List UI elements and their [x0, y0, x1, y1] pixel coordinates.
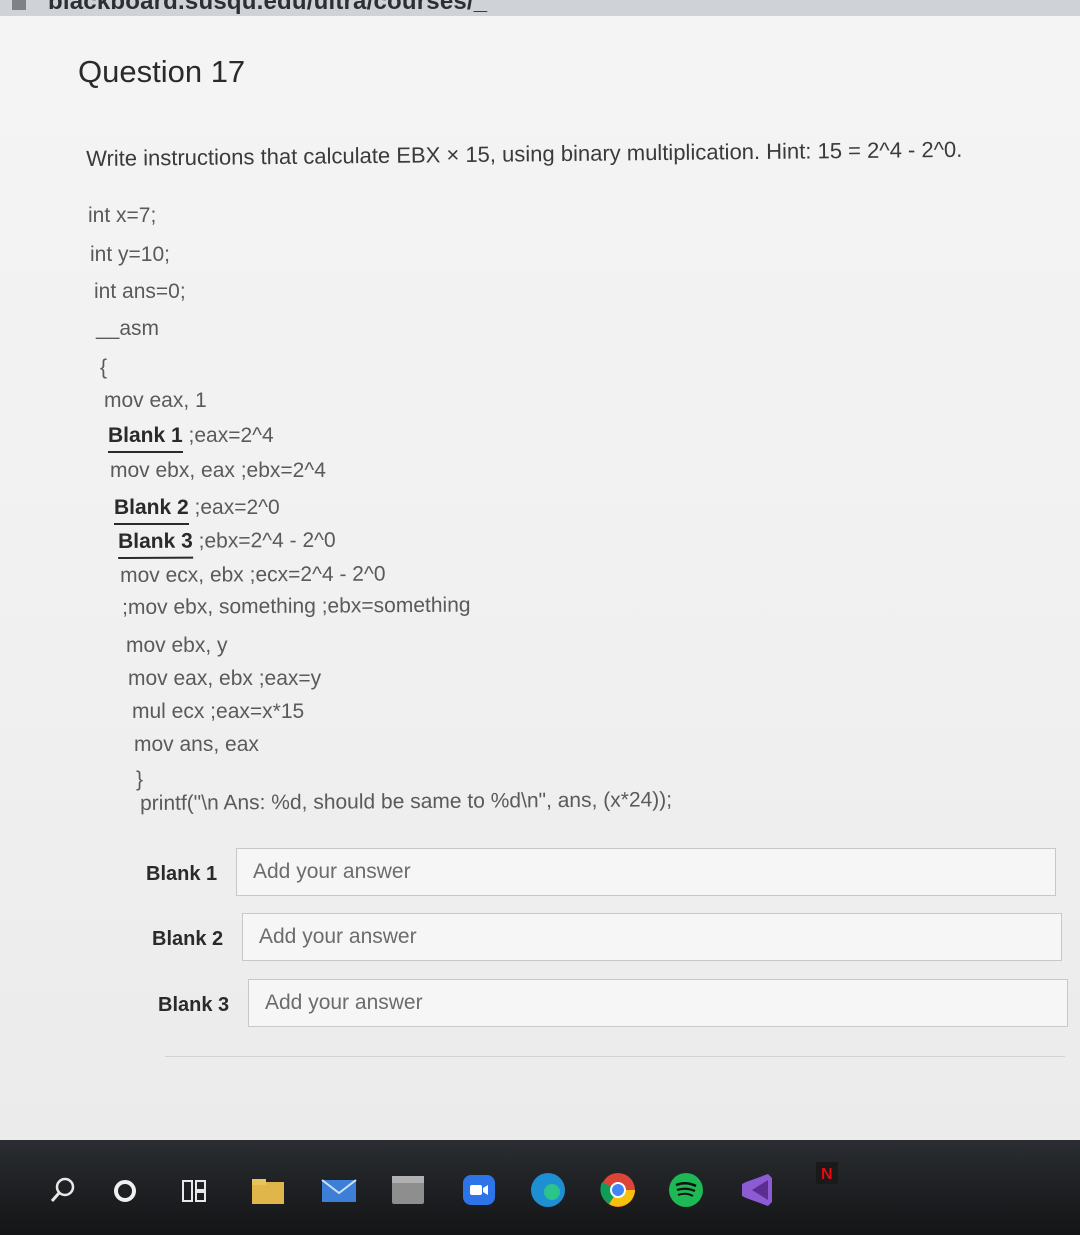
code-text: printf("\n Ans: %d, should be same to %d… [140, 788, 673, 815]
task-view-icon[interactable] [180, 1177, 210, 1205]
inline-blank-label[interactable]: Blank 1 [108, 424, 183, 453]
question-stem: Write instructions that calculate EBX × … [86, 136, 963, 171]
code-text: { [100, 356, 108, 379]
code-line: int ans=0; [94, 280, 186, 304]
search-icon[interactable] [50, 1176, 78, 1204]
code-text: mov ans, eax [134, 733, 259, 756]
svg-text:N: N [821, 1166, 833, 1183]
code-text: mov ecx, ebx ;ecx=2^4 - 2^0 [120, 562, 386, 587]
code-comment: ;eax=2^0 [188, 496, 280, 519]
code-line: Blank 2 ;eax=2^0 [114, 496, 280, 525]
code-text: mov ebx, y [126, 634, 228, 657]
code-line: Blank 1 ;eax=2^4 [108, 424, 274, 453]
code-text: ;mov ebx, something ;ebx=something [122, 593, 471, 619]
windows-taskbar: N [0, 1140, 1080, 1235]
code-line: printf("\n Ans: %d, should be same to %d… [140, 788, 672, 816]
spotify-icon[interactable] [666, 1170, 706, 1210]
answer-label-blank-2: Blank 2 [152, 928, 224, 950]
visual-studio-icon[interactable] [738, 1170, 778, 1210]
code-line: mov ecx, ebx ;ecx=2^4 - 2^0 [120, 563, 386, 588]
code-line: mov eax, 1 [104, 389, 207, 413]
code-text: } [136, 768, 144, 791]
code-line: mov eax, ebx ;eax=y [128, 667, 321, 691]
file-explorer-icon[interactable] [250, 1176, 286, 1206]
divider [165, 1056, 1065, 1057]
code-text: mov ebx, eax ;ebx=2^4 [110, 459, 326, 482]
calendar-icon[interactable] [390, 1174, 426, 1206]
answer-input-blank-1[interactable] [236, 848, 1056, 896]
question-page: Question 17 Write instructions that calc… [0, 16, 1080, 1140]
answer-label-blank-1: Blank 1 [146, 863, 218, 885]
code-text: mov eax, ebx ;eax=y [128, 667, 322, 690]
code-line: ;mov ebx, something ;ebx=something [122, 594, 471, 620]
code-text: __asm [96, 317, 160, 340]
code-line: __asm [96, 317, 159, 341]
code-comment: ;ebx=2^4 - 2^0 [192, 528, 336, 553]
mail-icon[interactable] [320, 1176, 358, 1206]
code-line: int x=7; [88, 204, 156, 228]
browser-address-bar[interactable]: blackboard.susqu.edu/ultra/courses/_ [0, 0, 1080, 16]
code-line: mov ebx, eax ;ebx=2^4 [110, 459, 326, 483]
code-text: mul ecx ;eax=x*15 [132, 700, 305, 723]
code-text: int y=10; [90, 243, 170, 266]
tab-favicon-icon [12, 0, 26, 10]
edge-icon[interactable] [528, 1170, 568, 1210]
code-line: } [136, 768, 143, 792]
chrome-icon[interactable] [598, 1170, 638, 1210]
question-title: Question 17 [78, 54, 246, 89]
code-comment: ;eax=2^4 [182, 424, 274, 447]
address-url[interactable]: blackboard.susqu.edu/ultra/courses/_ [48, 0, 487, 16]
code-line: int y=10; [90, 243, 170, 267]
answer-input-blank-3[interactable] [248, 979, 1068, 1027]
code-line: mul ecx ;eax=x*15 [132, 700, 304, 724]
cortana-icon[interactable] [112, 1178, 138, 1204]
answer-label-blank-3: Blank 3 [158, 994, 230, 1016]
code-line: mov ans, eax [134, 733, 259, 757]
zoom-icon[interactable] [462, 1174, 496, 1206]
code-line: mov ebx, y [126, 634, 228, 658]
inline-blank-label[interactable]: Blank 3 [118, 529, 193, 559]
code-line: { [100, 356, 107, 380]
code-text: mov eax, 1 [104, 389, 207, 412]
code-text: int ans=0; [94, 280, 186, 303]
answer-input-blank-2[interactable] [242, 913, 1062, 961]
netflix-icon[interactable]: N [814, 1160, 840, 1186]
code-text: int x=7; [88, 204, 157, 227]
inline-blank-label[interactable]: Blank 2 [114, 496, 189, 525]
code-line: Blank 3 ;ebx=2^4 - 2^0 [118, 528, 336, 559]
